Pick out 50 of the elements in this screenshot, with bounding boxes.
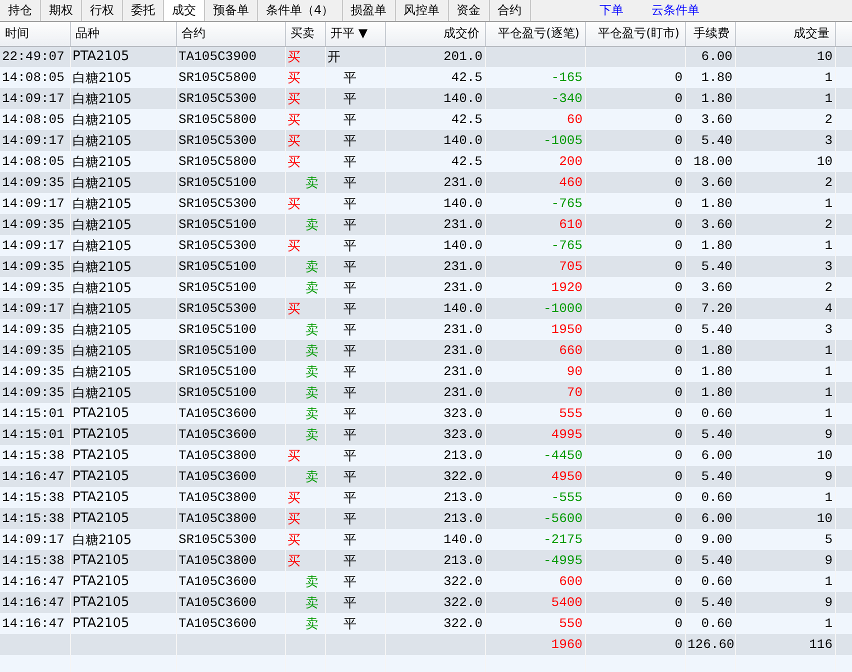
column-header[interactable]: 品种 <box>70 22 176 46</box>
side-text: 卖 <box>304 174 318 192</box>
column-header[interactable]: 时间 <box>0 22 70 46</box>
side-text: 卖 <box>304 406 318 422</box>
link[interactable]: 下单 <box>586 0 638 21</box>
tab[interactable]: 成交 <box>164 0 205 21</box>
column-header[interactable]: 手续费 <box>685 22 735 46</box>
side-text: 买 <box>288 448 300 464</box>
side-text: 卖 <box>304 616 318 632</box>
side-text: 卖 <box>304 384 318 402</box>
side-text: 卖 <box>304 594 318 612</box>
tab[interactable]: 持仓 <box>0 0 41 21</box>
column-header[interactable]: 合约 <box>176 22 285 46</box>
side-text: 买 <box>288 70 300 86</box>
column-header[interactable]: 成交量 <box>735 22 835 46</box>
side-text: 买 <box>288 490 300 506</box>
tab[interactable]: 条件单（4） <box>258 0 343 21</box>
side-text: 买 <box>288 552 300 570</box>
side-text: 买 <box>288 510 300 528</box>
tab[interactable]: 期权 <box>41 0 82 21</box>
side-text: 买 <box>288 532 300 548</box>
side-text: 卖 <box>304 426 318 444</box>
side-text: 卖 <box>304 258 318 276</box>
side-text: 卖 <box>304 322 318 338</box>
tab[interactable]: 资金 <box>448 0 490 21</box>
side-text: 卖 <box>304 216 318 234</box>
side-text: 卖 <box>304 342 318 360</box>
side-text: 买 <box>288 154 300 170</box>
column-header[interactable]: 平仓盈亏(盯市) <box>585 22 685 46</box>
side-text: 卖 <box>304 364 318 380</box>
column-header[interactable]: 买卖 <box>285 22 325 46</box>
side-text: 买 <box>288 112 300 128</box>
link[interactable]: 云条件单 <box>638 0 714 21</box>
column-header[interactable]: 成交价 <box>385 22 485 46</box>
column-header[interactable]: 开平 ▼ <box>325 22 385 46</box>
side-text: 买 <box>288 132 300 150</box>
tab[interactable]: 预备单 <box>205 0 258 21</box>
side-text: 卖 <box>304 574 318 590</box>
side-text: 卖 <box>304 468 318 486</box>
tab[interactable]: 风控单 <box>396 0 449 21</box>
side-text: 买 <box>288 238 300 254</box>
column-header[interactable]: 平仓盈亏(逐笔) <box>485 22 585 46</box>
side-text: 买 <box>288 196 300 212</box>
tab[interactable]: 损盈单 <box>342 0 396 21</box>
side-text: 买 <box>288 300 300 318</box>
side-text: 买 <box>288 48 300 66</box>
tab[interactable]: 行权 <box>82 0 123 21</box>
tab[interactable]: 合约 <box>490 0 531 21</box>
side-text: 买 <box>288 90 300 108</box>
side-text: 卖 <box>304 280 318 296</box>
